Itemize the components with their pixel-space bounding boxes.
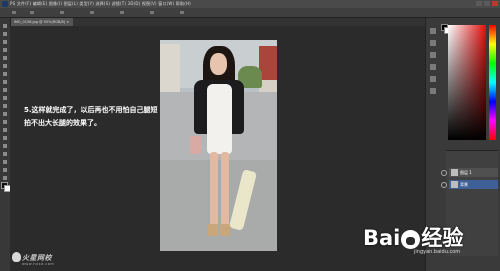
color-picker-field[interactable] — [448, 25, 486, 140]
shape-tool-icon[interactable] — [3, 160, 7, 164]
photo-ground-near — [160, 160, 277, 251]
visibility-eye-icon[interactable] — [441, 170, 447, 176]
layer-row[interactable]: 图层 1 — [449, 168, 498, 177]
quick-select-tool-icon[interactable] — [3, 48, 7, 52]
eyedropper-tool-icon[interactable] — [3, 64, 7, 68]
baidu-url: jingyan.baidu.com — [414, 249, 461, 255]
photo-dress — [207, 84, 232, 154]
move-tool-icon[interactable] — [3, 24, 7, 28]
close-button[interactable] — [492, 1, 498, 6]
zoom-tool-icon[interactable] — [3, 176, 7, 180]
option-icon[interactable] — [30, 11, 34, 14]
photo-building-left — [160, 44, 180, 96]
panel-icon-strip — [427, 28, 441, 198]
document-tab[interactable]: IMG_0156.jpg @ 50%(RGB/8) × — [10, 18, 74, 26]
hue-slider[interactable] — [489, 25, 496, 140]
type-tool-icon[interactable] — [3, 144, 7, 148]
eraser-tool-icon[interactable] — [3, 104, 7, 108]
photoshop-logo-icon — [2, 1, 8, 7]
clone-stamp-tool-icon[interactable] — [3, 88, 7, 92]
healing-brush-tool-icon[interactable] — [3, 72, 7, 76]
baidu-jingyan-watermark: Bai 经验 — [363, 226, 464, 250]
crop-tool-icon[interactable] — [3, 56, 7, 60]
baidu-paw-icon — [401, 229, 421, 249]
document-photo[interactable] — [160, 40, 277, 251]
hand-tool-icon[interactable] — [3, 168, 7, 172]
layer-thumbnail — [451, 181, 458, 188]
lasso-tool-icon[interactable] — [3, 40, 7, 44]
options-bar — [0, 8, 500, 18]
hxsd-url: www.hxsd.com — [22, 262, 55, 266]
window-controls — [476, 1, 498, 6]
layer-name: 背景 — [460, 182, 468, 187]
photo-shoe-right — [220, 224, 230, 236]
dodge-tool-icon[interactable] — [3, 128, 7, 132]
maximize-button[interactable] — [484, 1, 490, 6]
photo-shoe-left — [208, 224, 218, 236]
brush-tool-icon[interactable] — [3, 80, 7, 84]
pen-tool-icon[interactable] — [3, 136, 7, 140]
tool-preset-icon[interactable] — [12, 11, 16, 14]
path-select-tool-icon[interactable] — [3, 152, 7, 156]
photo-face — [210, 53, 227, 75]
photo-leg-left — [210, 152, 218, 226]
title-bar: PS 文件(F) 编辑(E) 图像(I) 图层(L) 类型(Y) 选择(S) 滤… — [0, 0, 500, 8]
paragraph-panel-icon[interactable] — [430, 88, 436, 94]
layer-name: 图层 1 — [460, 170, 472, 175]
hxsd-watermark: 火星网校 www.hxsd.com — [22, 253, 54, 266]
adjustments-panel-icon[interactable] — [430, 52, 436, 58]
blur-tool-icon[interactable] — [3, 120, 7, 124]
document-tab-bar: IMG_0156.jpg @ 50%(RGB/8) × — [10, 18, 425, 26]
minimize-button[interactable] — [476, 1, 482, 6]
visibility-eye-icon[interactable] — [441, 182, 447, 188]
layer-row-selected[interactable]: 背景 — [449, 180, 498, 189]
gradient-tool-icon[interactable] — [3, 112, 7, 116]
option-icon[interactable] — [150, 11, 154, 14]
marquee-tool-icon[interactable] — [3, 32, 7, 36]
step-caption: 5.这样就完成了，以后再也不用怕自己腿短拍不出大长腿的效果了。 — [24, 106, 158, 127]
brush-panel-icon[interactable] — [430, 64, 436, 70]
option-icon[interactable] — [90, 11, 94, 14]
hxsd-brand: 火星网校 — [22, 254, 52, 262]
photo-handbag — [190, 136, 201, 154]
hxsd-flame-logo-icon — [12, 252, 21, 262]
option-icon[interactable] — [120, 11, 124, 14]
history-panel-icon[interactable] — [430, 28, 436, 34]
menu-bar[interactable]: PS 文件(F) 编辑(E) 图像(I) 图层(L) 类型(Y) 选择(S) 滤… — [10, 1, 191, 7]
photo-leg-right — [221, 152, 229, 226]
layer-thumbnail — [451, 169, 458, 176]
option-icon[interactable] — [180, 11, 184, 14]
history-brush-tool-icon[interactable] — [3, 96, 7, 100]
option-icon[interactable] — [60, 11, 64, 14]
properties-panel-icon[interactable] — [430, 40, 436, 46]
character-panel-icon[interactable] — [430, 76, 436, 82]
